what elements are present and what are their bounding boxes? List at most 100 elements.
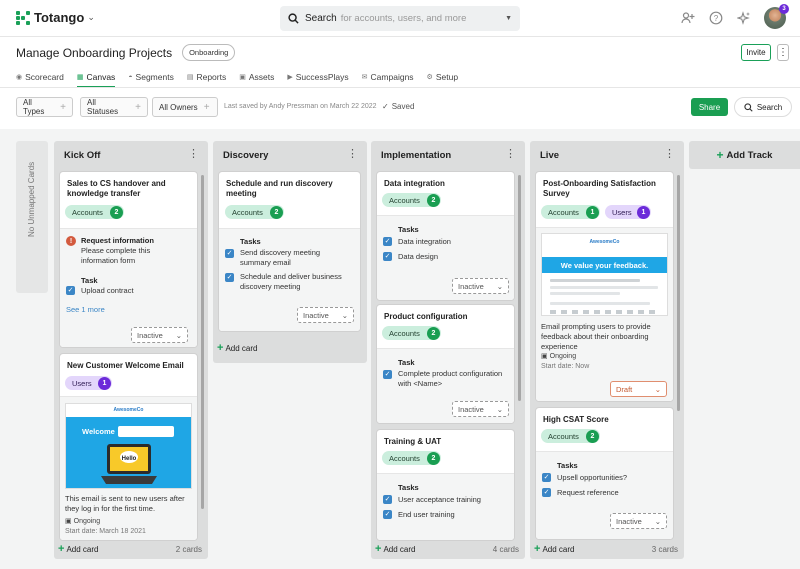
- task-checkbox[interactable]: ✓: [542, 473, 551, 482]
- track-title: Kick Off: [64, 150, 101, 161]
- status-dropdown[interactable]: Inactive ⌄: [452, 278, 509, 294]
- track-scrollbar[interactable]: [677, 175, 680, 411]
- card-sales-handover[interactable]: Sales to CS handover and knowledge trans…: [60, 172, 197, 347]
- task-checkbox[interactable]: ✓: [225, 273, 234, 282]
- accounts-chip[interactable]: Accounts 2: [382, 193, 441, 207]
- see-more-link[interactable]: See 1 more: [66, 305, 105, 314]
- track-title: Implementation: [381, 150, 452, 161]
- email-body-placeholder: [550, 292, 620, 295]
- tab-segments[interactable]: ◓ Segments: [128, 69, 174, 85]
- status-dropdown[interactable]: Inactive ⌄: [131, 327, 188, 343]
- board-search-button[interactable]: Search: [734, 97, 792, 117]
- add-card-label: Add card: [542, 544, 575, 554]
- accounts-chip[interactable]: Accounts 2: [541, 429, 600, 443]
- card-training-uat[interactable]: Training & UAT Accounts 2 Tasks ✓ User ac…: [377, 430, 514, 540]
- accounts-chip[interactable]: Accounts 2: [382, 451, 441, 465]
- user-avatar[interactable]: 3: [764, 4, 789, 29]
- chevron-down-icon: ⌄: [496, 281, 503, 291]
- task-checkbox[interactable]: ✓: [383, 510, 392, 519]
- page-title: Manage Onboarding Projects: [16, 45, 173, 60]
- search-dropdown-caret-icon[interactable]: ▼: [505, 15, 512, 22]
- add-card-button[interactable]: + Add card: [58, 543, 98, 555]
- search-placeholder: for accounts, users, and more: [340, 13, 467, 24]
- invite-button[interactable]: Invite: [741, 44, 771, 61]
- accounts-chip[interactable]: Accounts 2: [225, 205, 284, 219]
- tab-assets[interactable]: ▣ Assets: [239, 69, 274, 85]
- all-statuses-filter[interactable]: All Statuses +: [80, 97, 148, 117]
- accounts-chip[interactable]: Accounts 1: [541, 205, 600, 219]
- track-menu-icon[interactable]: ⋮: [188, 147, 199, 160]
- task-text: End user training: [398, 510, 455, 519]
- task-text: Data design: [398, 252, 439, 261]
- card-welcome-email[interactable]: New Customer Welcome Email Users 1 Awesom…: [60, 354, 197, 540]
- share-button[interactable]: Share: [691, 98, 728, 116]
- tab-reports[interactable]: ▤ Reports: [187, 69, 226, 85]
- help-icon[interactable]: ?: [708, 10, 724, 26]
- chip-label: Accounts: [389, 195, 420, 205]
- status-dropdown[interactable]: Inactive ⌄: [452, 401, 509, 417]
- tab-successplays[interactable]: ▶ SuccessPlays: [287, 69, 348, 85]
- status-dropdown[interactable]: Inactive ⌄: [297, 307, 354, 323]
- track-kick-off: Kick Off ⋮ Sales to CS handover and know…: [54, 141, 208, 559]
- global-search-input[interactable]: Search for accounts, users, and more ▼: [280, 6, 520, 31]
- card-high-csat[interactable]: High CSAT Score Accounts 2 Tasks ✓ Upsell…: [536, 408, 673, 539]
- plus-icon: +: [203, 101, 210, 113]
- users-chip[interactable]: Users 1: [65, 376, 112, 390]
- email-preview[interactable]: AwesomeCo We value your feedback.: [541, 233, 668, 316]
- add-user-icon[interactable]: [680, 10, 696, 26]
- track-menu-icon[interactable]: ⋮: [505, 147, 516, 160]
- status-dropdown[interactable]: Inactive ⌄: [610, 513, 667, 529]
- track-menu-icon[interactable]: ⋮: [347, 147, 358, 160]
- card-discovery-meeting[interactable]: Schedule and run discovery meeting Accou…: [219, 172, 360, 331]
- task-checkbox[interactable]: ✓: [225, 249, 234, 258]
- email-brand: AwesomeCo: [589, 239, 620, 245]
- task-checkbox[interactable]: ✓: [542, 488, 551, 497]
- task-checkbox[interactable]: ✓: [66, 286, 75, 295]
- plus-icon: +: [716, 148, 724, 162]
- onboarding-tag[interactable]: Onboarding: [182, 44, 236, 61]
- status-label: Inactive: [458, 281, 484, 291]
- track-footer: + Add card 2 cards: [58, 543, 202, 555]
- accounts-chip[interactable]: Accounts 2: [382, 326, 441, 340]
- tab-canvas[interactable]: ▦ Canvas: [76, 69, 116, 88]
- app-logo[interactable]: Totango ⌄: [16, 10, 95, 25]
- track-scrollbar[interactable]: [201, 175, 204, 509]
- tab-scorecard[interactable]: ◉ Scorecard: [16, 69, 64, 85]
- card-satisfaction-survey[interactable]: Post-Onboarding Satisfaction Survey Acco…: [536, 172, 673, 401]
- card-title: New Customer Welcome Email: [67, 361, 184, 370]
- task-text: Data integration: [398, 237, 451, 246]
- email-preview[interactable]: AwesomeCo Welcome Hello: [65, 403, 192, 489]
- accounts-chip[interactable]: Accounts 2: [65, 205, 124, 219]
- chip-count: 1: [637, 205, 650, 219]
- saved-status: ✓ Saved: [382, 102, 414, 111]
- card-data-integration[interactable]: Data integration Accounts 2 Tasks ✓ Data …: [377, 172, 514, 300]
- track-scrollbar[interactable]: [518, 175, 521, 401]
- all-owners-filter[interactable]: All Owners +: [152, 97, 218, 117]
- add-track-button[interactable]: + Add Track: [689, 141, 800, 169]
- tab-campaigns[interactable]: ✉ Campaigns: [362, 69, 414, 85]
- status-dropdown[interactable]: Draft ⌄: [610, 381, 667, 397]
- task-checkbox[interactable]: ✓: [383, 370, 392, 379]
- segments-icon: ◓: [128, 73, 133, 81]
- add-card-label: Add card: [225, 343, 258, 353]
- add-card-button[interactable]: + Add card: [534, 543, 574, 555]
- add-card-button[interactable]: + Add card: [217, 342, 257, 354]
- tab-label: SuccessPlays: [295, 72, 349, 82]
- sparkle-ai-icon[interactable]: [736, 10, 752, 26]
- all-types-filter[interactable]: All Types +: [16, 97, 73, 117]
- task-checkbox[interactable]: ✓: [383, 495, 392, 504]
- saved-label: Saved: [391, 102, 415, 111]
- track-menu-icon[interactable]: ⋮: [664, 147, 675, 160]
- tab-setup[interactable]: ⚙ Setup: [427, 69, 459, 85]
- canvas-icon: ▦: [76, 74, 84, 81]
- unmapped-cards-lane[interactable]: No Unmapped Cards: [16, 141, 48, 293]
- task-text: Complete product configuration with <Nam…: [398, 369, 503, 388]
- card-product-configuration[interactable]: Product configuration Accounts 2 Task ✓ C…: [377, 305, 514, 423]
- page-more-options-icon[interactable]: ⋮: [777, 44, 789, 61]
- task-checkbox[interactable]: ✓: [383, 252, 392, 261]
- chip-count: 2: [427, 326, 440, 340]
- add-card-button[interactable]: + Add card: [375, 543, 415, 555]
- task-checkbox[interactable]: ✓: [383, 237, 392, 246]
- chip-count: 2: [270, 205, 283, 219]
- users-chip[interactable]: Users 1: [605, 205, 651, 219]
